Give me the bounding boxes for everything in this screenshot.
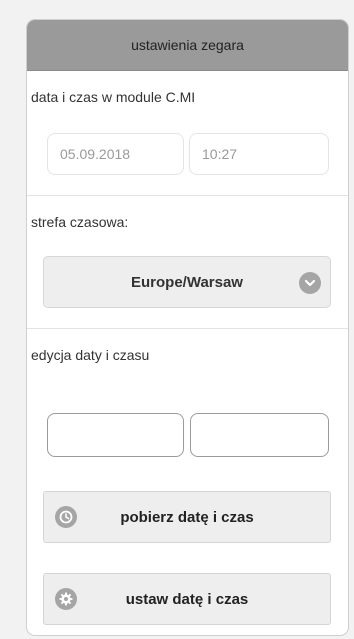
module-date-field: 05.09.2018 — [47, 133, 184, 175]
gear-icon — [55, 588, 77, 610]
clock-icon — [55, 506, 77, 528]
edit-label: edycja daty i czasu — [31, 347, 150, 363]
fetch-datetime-label: pobierz datę i czas — [120, 508, 254, 526]
module-time-section: data i czas w module C.MI 05.09.2018 10:… — [27, 71, 348, 195]
set-datetime-button[interactable]: ustaw datę i czas — [43, 573, 331, 625]
timezone-select[interactable]: Europe/Warsaw — [43, 256, 331, 308]
module-time-label: data i czas w module C.MI — [31, 89, 196, 105]
set-datetime-label: ustaw datę i czas — [125, 590, 249, 608]
edit-date-input[interactable] — [47, 413, 184, 457]
edit-section: edycja daty i czasu pobierz datę i czas — [27, 328, 348, 635]
timezone-selected-value: Europe/Warsaw — [131, 273, 243, 291]
panel-header: ustawienia zegara — [27, 20, 348, 71]
module-time-value: 10:27 — [202, 146, 238, 162]
timezone-section: strefa czasowa: Europe/Warsaw — [27, 195, 348, 329]
module-time-field: 10:27 — [189, 133, 329, 175]
panel-title: ustawienia zegara — [131, 37, 244, 53]
edit-time-input[interactable] — [190, 413, 329, 457]
timezone-label: strefa czasowa: — [31, 214, 129, 230]
clock-settings-panel: ustawienia zegara data i czas w module C… — [26, 19, 349, 636]
module-date-value: 05.09.2018 — [60, 146, 131, 162]
chevron-down-icon — [299, 272, 321, 294]
fetch-datetime-button[interactable]: pobierz datę i czas — [43, 491, 331, 543]
